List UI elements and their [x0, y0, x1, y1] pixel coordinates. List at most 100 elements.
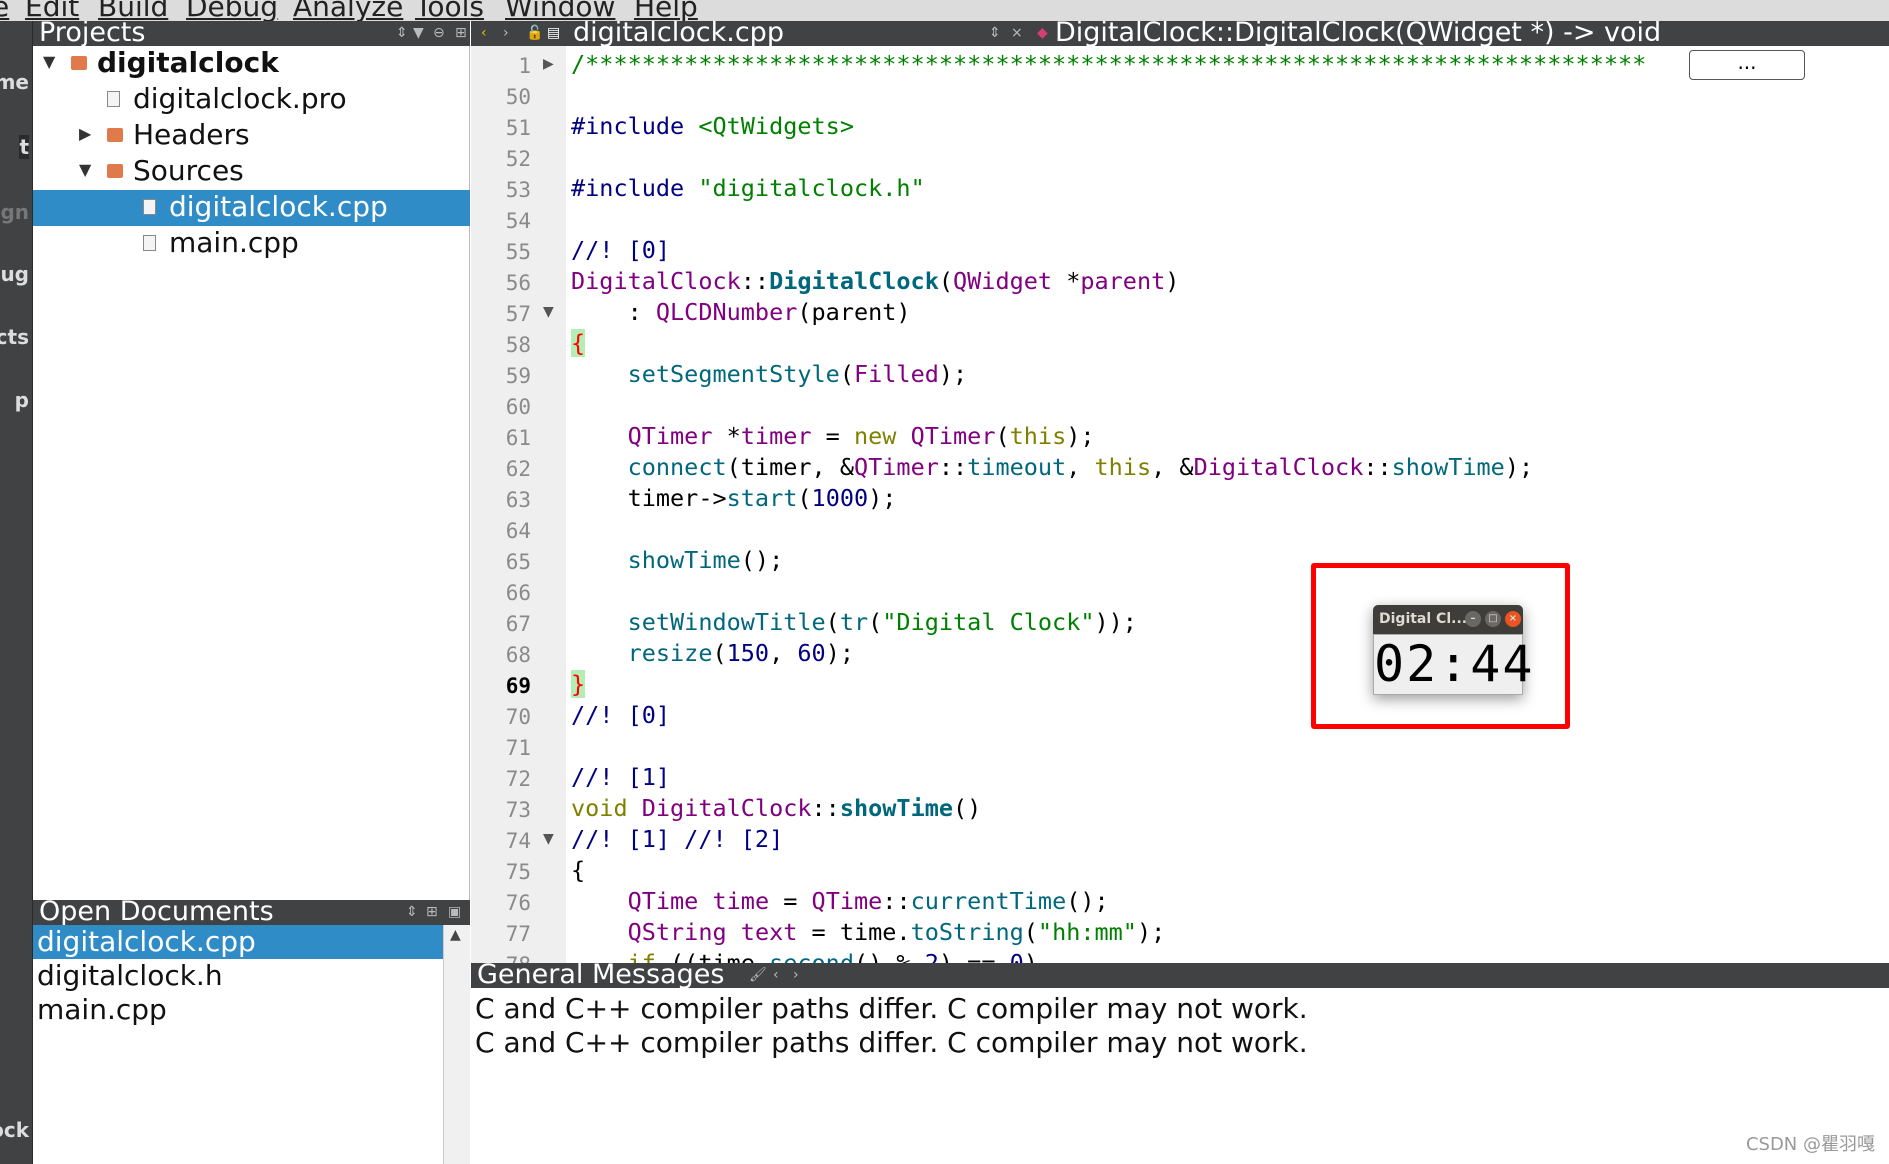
menu-debug[interactable]: Debug	[186, 0, 278, 21]
mode-button[interactable]: p	[15, 388, 29, 412]
folded-block-button[interactable]: ...	[1689, 50, 1805, 80]
open-document-item[interactable]: digitalclock.h	[33, 959, 443, 993]
file-tab[interactable]: digitalclock.cpp	[573, 21, 784, 46]
minimize-icon[interactable]: –	[1465, 611, 1481, 627]
fold-open-icon[interactable]: ▼	[543, 304, 554, 320]
mode-button[interactable]: cts	[0, 325, 29, 349]
line-number: 74	[505, 829, 531, 853]
back-icon[interactable]: ‹	[481, 25, 487, 41]
tree-item-label: main.cpp	[169, 226, 299, 259]
line-number: 1	[518, 54, 531, 78]
code-token: showTime	[839, 794, 954, 822]
menu-build[interactable]: Build	[98, 0, 168, 21]
split-icon[interactable]: ⊞	[426, 904, 438, 920]
clear-icon[interactable]: 🖌	[749, 967, 767, 983]
line-number: 68	[505, 643, 531, 667]
message-line: C and C++ compiler paths differ. C compi…	[475, 992, 1308, 1025]
chevron-right-icon[interactable]: ▶	[79, 124, 91, 143]
file-dropdown-icon[interactable]: ⇕	[989, 25, 1001, 41]
tree-item-label: Sources	[133, 154, 244, 187]
code-line: #include <QtWidgets>	[571, 112, 854, 140]
menu-edit[interactable]: Edit	[25, 0, 79, 21]
forward-icon[interactable]: ›	[503, 25, 509, 41]
project-tree: ▼ digitalclock digitalclock.pro ▶ Headers ▼ So…	[33, 46, 470, 900]
symbol-selector[interactable]: DigitalClock::DigitalClock(QWidget *) ->…	[1055, 21, 1661, 46]
code-line: timer->start(1000);	[571, 484, 897, 512]
open-document-item[interactable]: main.cpp	[33, 993, 443, 1027]
digital-clock-window[interactable]: Digital Cl... – □ × 02:44	[1373, 605, 1533, 695]
code-line: //! [0]	[571, 236, 670, 264]
code-token: ()	[953, 794, 982, 822]
tree-item[interactable]: ▼ Sources	[33, 154, 470, 190]
tree-item[interactable]: ▶ Headers	[33, 118, 470, 154]
mode-button[interactable]: gn	[0, 200, 29, 224]
code-token: setSegmentStyle	[627, 360, 840, 388]
sort-icon[interactable]: ⇕	[396, 25, 408, 41]
clock-window-title: Digital Cl...	[1379, 611, 1468, 627]
maximize-icon[interactable]: □	[1485, 611, 1501, 627]
prev-icon[interactable]: ‹	[773, 967, 779, 983]
message-line: C and C++ compiler paths differ. C compi…	[475, 1026, 1308, 1059]
close-file-icon[interactable]: ×	[1011, 25, 1023, 41]
close-panel-icon[interactable]: ▣	[448, 904, 461, 920]
code-token: "Digital Clock"	[882, 608, 1095, 636]
code-token: , &	[1151, 453, 1194, 481]
tree-item-label: Headers	[133, 118, 250, 151]
line-number: 65	[505, 550, 531, 574]
code-token: DigitalClock	[571, 267, 741, 295]
tree-item-label: digitalclock	[97, 46, 279, 79]
menu-analyze[interactable]: Analyze	[293, 0, 403, 21]
code-token: ::	[811, 794, 840, 822]
split-icon[interactable]: ⊞	[455, 25, 467, 41]
open-document-item[interactable]: digitalclock.cpp	[33, 925, 443, 959]
chevron-down-icon[interactable]: ▼	[43, 52, 55, 71]
menu-e[interactable]: e	[0, 0, 9, 21]
tree-item-label: digitalclock.cpp	[169, 190, 388, 223]
code-token: QTimer	[627, 422, 713, 450]
code-line: : QLCDNumber(parent)	[571, 298, 911, 326]
tree-item[interactable]: digitalclock.pro	[33, 82, 470, 118]
code-line: QTime time = QTime::currentTime();	[571, 887, 1109, 915]
code-token: <QtWidgets>	[698, 112, 854, 140]
tree-item[interactable]: ▼ digitalclock	[33, 46, 470, 82]
filter-icon[interactable]: ▼	[413, 25, 424, 41]
code-token: (parent)	[797, 298, 911, 326]
projects-title: Projects	[39, 21, 146, 46]
link-icon[interactable]: ⊖	[433, 25, 445, 41]
tree-item[interactable]: main.cpp	[33, 226, 470, 262]
fold-closed-icon[interactable]: ▶	[543, 56, 554, 72]
code-token: ();	[740, 546, 784, 574]
mode-button[interactable]: ug	[0, 262, 29, 286]
menu-window[interactable]: Window	[505, 0, 615, 21]
mode-button[interactable]: t	[19, 135, 29, 159]
code-token: showTime	[1391, 453, 1505, 481]
fold-open-icon[interactable]: ▼	[543, 831, 554, 847]
code-line: #include "digitalclock.h"	[571, 174, 925, 202]
close-icon[interactable]: ×	[1505, 611, 1521, 627]
code-line: /***************************************…	[571, 50, 1681, 78]
tree-item[interactable]: digitalclock.cpp	[33, 190, 470, 226]
clock-window-titlebar[interactable]: Digital Cl... – □ ×	[1373, 605, 1523, 634]
code-token: ,	[769, 639, 798, 667]
sort-icon[interactable]: ⇕	[406, 904, 418, 920]
code-token: ::	[882, 887, 911, 915]
code-token: 60	[797, 639, 826, 667]
chevron-down-icon[interactable]: ▼	[79, 160, 91, 179]
menu-help[interactable]: Help	[634, 0, 698, 21]
code-token: );	[938, 360, 968, 388]
code-line: {	[571, 856, 585, 884]
open-documents-header: Open Documents ⇕ ⊞ ▣	[33, 900, 470, 925]
menu-tools[interactable]: Tools	[415, 0, 484, 21]
line-number: 55	[505, 240, 531, 264]
code-line: connect(timer, &QTimer::timeout, this, &…	[571, 453, 1534, 481]
next-icon[interactable]: ›	[793, 967, 799, 983]
mode-button[interactable]: me	[0, 70, 29, 94]
projects-header: Projects ⇕ ▼ ⊖ ⊞	[33, 21, 470, 46]
code-line: setSegmentStyle(Filled);	[571, 360, 968, 388]
mode-button[interactable]: ock	[0, 1118, 29, 1142]
code-token: tr	[839, 608, 869, 636]
scrollbar[interactable]: ▲	[443, 925, 470, 1164]
scroll-up-icon[interactable]: ▲	[450, 927, 461, 943]
